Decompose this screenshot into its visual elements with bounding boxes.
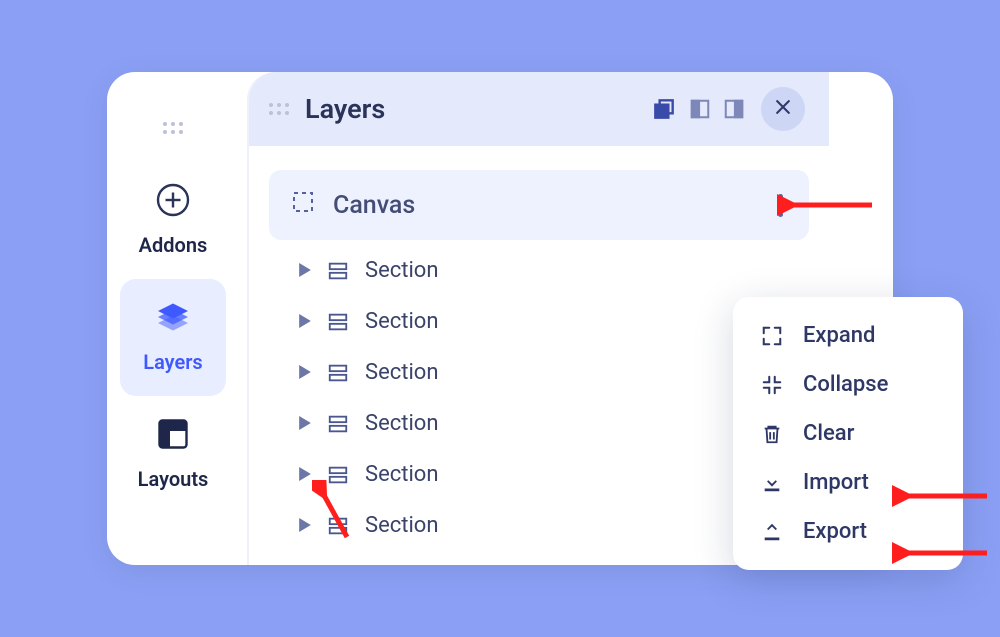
layouts-icon xyxy=(155,416,191,457)
plus-circle-icon xyxy=(155,182,191,223)
ctx-item-import[interactable]: Import xyxy=(733,458,963,507)
import-icon xyxy=(759,472,785,494)
tree-item-section[interactable]: Section xyxy=(299,258,809,283)
ctx-item-label: Clear xyxy=(803,421,854,446)
ctx-item-label: Import xyxy=(803,470,869,495)
sidebar: Addons Layers Layouts xyxy=(120,122,226,513)
section-icon xyxy=(327,311,349,333)
ctx-item-label: Collapse xyxy=(803,372,888,397)
sidebar-item-layouts[interactable]: Layouts xyxy=(120,396,226,513)
layers-icon xyxy=(155,299,191,340)
drag-handle-icon[interactable] xyxy=(269,103,289,115)
expand-icon xyxy=(759,325,785,347)
collapse-icon xyxy=(759,374,785,396)
chevron-right-icon xyxy=(299,309,311,334)
context-menu: Expand Collapse Clear Import Export xyxy=(733,297,963,570)
section-icon xyxy=(327,260,349,282)
tree-item-label: Section xyxy=(365,309,439,334)
sidebar-item-label: Layers xyxy=(143,350,202,374)
selection-box-icon xyxy=(291,190,315,221)
close-icon xyxy=(773,97,793,121)
chevron-right-icon xyxy=(299,411,311,436)
section-icon xyxy=(327,515,349,537)
ctx-item-label: Expand xyxy=(803,323,875,348)
trash-icon xyxy=(759,423,785,445)
sidebar-item-label: Addons xyxy=(139,233,208,257)
sidebar-item-label: Layouts xyxy=(138,467,209,491)
chevron-right-icon xyxy=(299,462,311,487)
section-icon xyxy=(327,413,349,435)
ctx-item-export[interactable]: Export xyxy=(733,507,963,556)
ctx-item-clear[interactable]: Clear xyxy=(733,409,963,458)
sidebar-item-addons[interactable]: Addons xyxy=(120,162,226,279)
export-icon xyxy=(759,521,785,543)
canvas-label: Canvas xyxy=(333,191,756,220)
section-icon xyxy=(327,362,349,384)
section-icon xyxy=(327,464,349,486)
chevron-right-icon xyxy=(299,258,311,283)
ctx-item-collapse[interactable]: Collapse xyxy=(733,360,963,409)
ctx-item-label: Export xyxy=(803,519,867,544)
chevron-right-icon xyxy=(299,513,311,538)
sidebar-item-layers[interactable]: Layers xyxy=(120,279,226,396)
more-options-button[interactable] xyxy=(774,186,787,225)
tree-item-label: Section xyxy=(365,360,439,385)
ctx-item-expand[interactable]: Expand xyxy=(733,311,963,360)
dock-right-icon[interactable] xyxy=(723,98,745,120)
chevron-right-icon xyxy=(299,360,311,385)
dock-left-icon[interactable] xyxy=(689,98,711,120)
tree-item-label: Section xyxy=(365,462,439,487)
layers-tree: Section Section Section Section xyxy=(269,240,809,538)
close-button[interactable] xyxy=(761,87,805,131)
tree-item-label: Section xyxy=(365,513,439,538)
panel-title: Layers xyxy=(305,93,635,125)
restore-window-icon[interactable] xyxy=(651,96,677,122)
canvas-row[interactable]: Canvas xyxy=(269,170,809,240)
panel-header: Layers xyxy=(249,72,829,146)
tree-item-label: Section xyxy=(365,411,439,436)
tree-item-label: Section xyxy=(365,258,439,283)
drag-handle-icon[interactable] xyxy=(163,122,183,134)
